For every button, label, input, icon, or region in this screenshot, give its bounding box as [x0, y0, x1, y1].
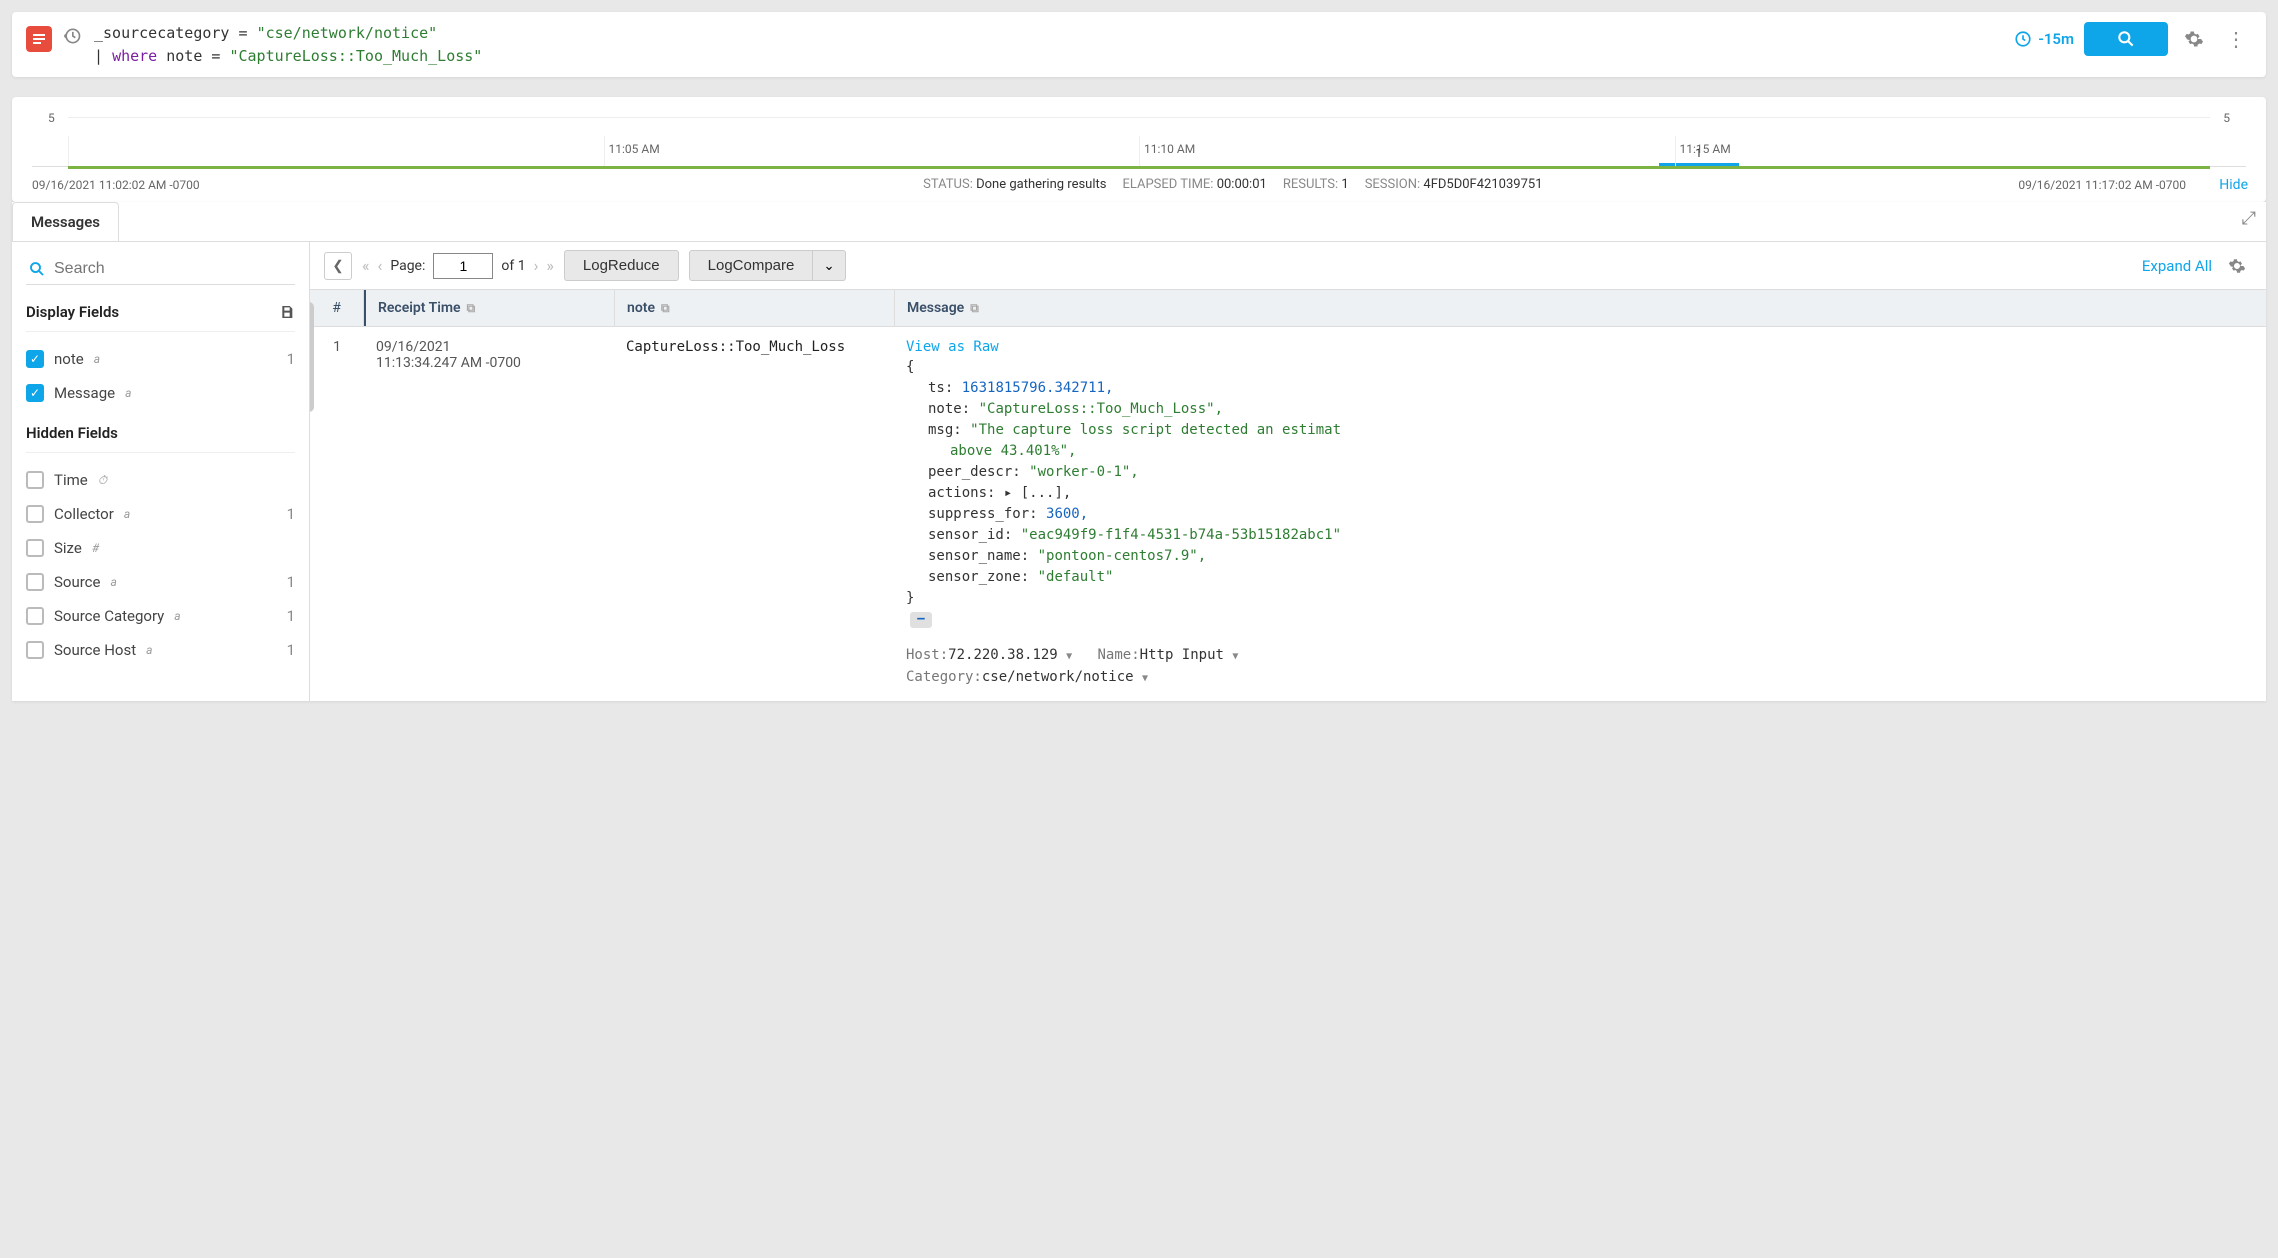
table-row[interactable]: 1 09/16/2021 11:13:34.247 AM -0700 Captu… [310, 327, 2266, 701]
hidden-fields-header: Hidden Fields [26, 424, 295, 442]
col-index[interactable]: # [310, 290, 364, 326]
copy-icon[interactable]: ⧉ [661, 301, 670, 316]
field-size[interactable]: Size# [26, 531, 295, 565]
results-panel: Messages ⤢ Display Fields ✓ [12, 202, 2266, 701]
logreduce-button[interactable]: LogReduce [564, 250, 679, 281]
search-button[interactable] [2084, 22, 2168, 56]
timeline-end: 09/16/2021 11:17:02 AM -0700 [2018, 178, 2186, 192]
field-source-host[interactable]: Source Hosta1 [26, 633, 295, 667]
save-fields-icon[interactable] [279, 304, 295, 320]
col-receipt-time[interactable]: Receipt Time⧉ [364, 290, 614, 326]
field-time[interactable]: Time⏱ [26, 463, 295, 497]
logcompare-button[interactable]: LogCompare [689, 250, 814, 281]
fullscreen-icon[interactable]: ⤢ [2242, 208, 2256, 229]
checkbox-checked-icon[interactable]: ✓ [26, 350, 44, 368]
time-range-selector[interactable]: -15m [2014, 30, 2074, 48]
page-prev-icon[interactable]: ‹ [378, 256, 383, 275]
json-body: { ts: 1631815796.342711, note: "CaptureL… [906, 357, 2254, 630]
y-tick-right: 5 [2223, 111, 2230, 125]
checkbox-icon[interactable] [26, 471, 44, 489]
results-toolbar: ❮ « ‹ Page: of 1 › » LogReduce LogCompar… [310, 242, 2266, 290]
app-root: _sourcecategory = "cse/network/notice" |… [0, 0, 2278, 713]
field-search[interactable] [26, 254, 295, 285]
settings-icon[interactable] [2178, 25, 2210, 53]
query-left [26, 22, 82, 52]
field-collector[interactable]: Collectora1 [26, 497, 295, 531]
table-header: # Receipt Time⧉ note⧉ Message⧉ [310, 290, 2266, 327]
chevron-down-icon[interactable]: ▼ [1066, 651, 1072, 662]
timeline-panel: 5 5 1 11:05 AM 11:10 AM 11:15 AM 09/16/2… [12, 97, 2266, 202]
cell-receipt-time: 09/16/2021 11:13:34.247 AM -0700 [364, 339, 614, 689]
timeline-chart[interactable]: 5 5 1 11:05 AM 11:10 AM 11:15 AM [32, 117, 2246, 167]
hide-timeline-link[interactable]: Hide [2219, 177, 2248, 193]
copy-icon[interactable]: ⧉ [467, 301, 476, 316]
more-menu-icon[interactable]: ⋮ [2220, 23, 2252, 56]
page-last-icon[interactable]: » [546, 256, 554, 275]
results-main: ❮ « ‹ Page: of 1 › » LogReduce LogCompar… [310, 242, 2266, 701]
timeline-footer: 09/16/2021 11:02:02 AM -0700 STATUS: Don… [32, 167, 2246, 202]
cell-note: CaptureLoss::Too_Much_Loss [614, 339, 894, 689]
copy-icon[interactable]: ⧉ [970, 301, 979, 316]
table-settings-icon[interactable] [2222, 253, 2252, 279]
pager: « ‹ Page: of 1 › » [362, 253, 554, 279]
scroll-thumb[interactable] [310, 302, 314, 412]
display-fields-header: Display Fields [26, 303, 295, 321]
query-actions: -15m ⋮ [2014, 22, 2252, 56]
logcompare-dropdown[interactable]: ⌄ [813, 250, 845, 281]
y-tick-left: 5 [48, 111, 55, 125]
collapse-sidebar-button[interactable]: ❮ [324, 252, 352, 280]
fields-sidebar: Display Fields ✓ note a 1 ✓ Message a [12, 242, 310, 701]
col-message[interactable]: Message⧉ [894, 290, 2266, 326]
field-note[interactable]: ✓ note a 1 [26, 342, 295, 376]
field-source[interactable]: Sourcea1 [26, 565, 295, 599]
results-table: # Receipt Time⧉ note⧉ Message⧉ 1 09/16/2… [310, 290, 2266, 701]
cell-message: View as Raw { ts: 1631815796.342711, not… [894, 339, 2266, 689]
timeline-start: 09/16/2021 11:02:02 AM -0700 [32, 178, 200, 192]
field-search-input[interactable] [54, 260, 293, 278]
query-bar: _sourcecategory = "cse/network/notice" |… [12, 12, 2266, 77]
checkbox-icon[interactable] [26, 641, 44, 659]
view-as-raw-link[interactable]: View as Raw [906, 339, 999, 355]
checkbox-checked-icon[interactable]: ✓ [26, 384, 44, 402]
chevron-down-icon[interactable]: ▼ [1142, 673, 1148, 684]
page-next-icon[interactable]: › [534, 256, 539, 275]
recent-queries-icon[interactable] [62, 26, 82, 46]
checkbox-icon[interactable] [26, 573, 44, 591]
message-meta: Host:72.220.38.129 ▼ Name:Http Input ▼ C… [906, 644, 2254, 689]
col-note[interactable]: note⧉ [614, 290, 894, 326]
chevron-down-icon[interactable]: ▼ [1232, 651, 1238, 662]
query-input[interactable]: _sourcecategory = "cse/network/notice" |… [94, 22, 2002, 67]
collapse-toggle[interactable]: − [910, 612, 932, 628]
field-source-category[interactable]: Source Categorya1 [26, 599, 295, 633]
checkbox-icon[interactable] [26, 505, 44, 523]
page-first-icon[interactable]: « [362, 256, 370, 275]
tab-messages[interactable]: Messages [12, 202, 119, 241]
checkbox-icon[interactable] [26, 607, 44, 625]
page-number-input[interactable] [433, 253, 493, 279]
expand-all-link[interactable]: Expand All [2142, 257, 2212, 275]
logs-badge-icon[interactable] [26, 26, 52, 52]
field-message[interactable]: ✓ Message a [26, 376, 295, 410]
checkbox-icon[interactable] [26, 539, 44, 557]
